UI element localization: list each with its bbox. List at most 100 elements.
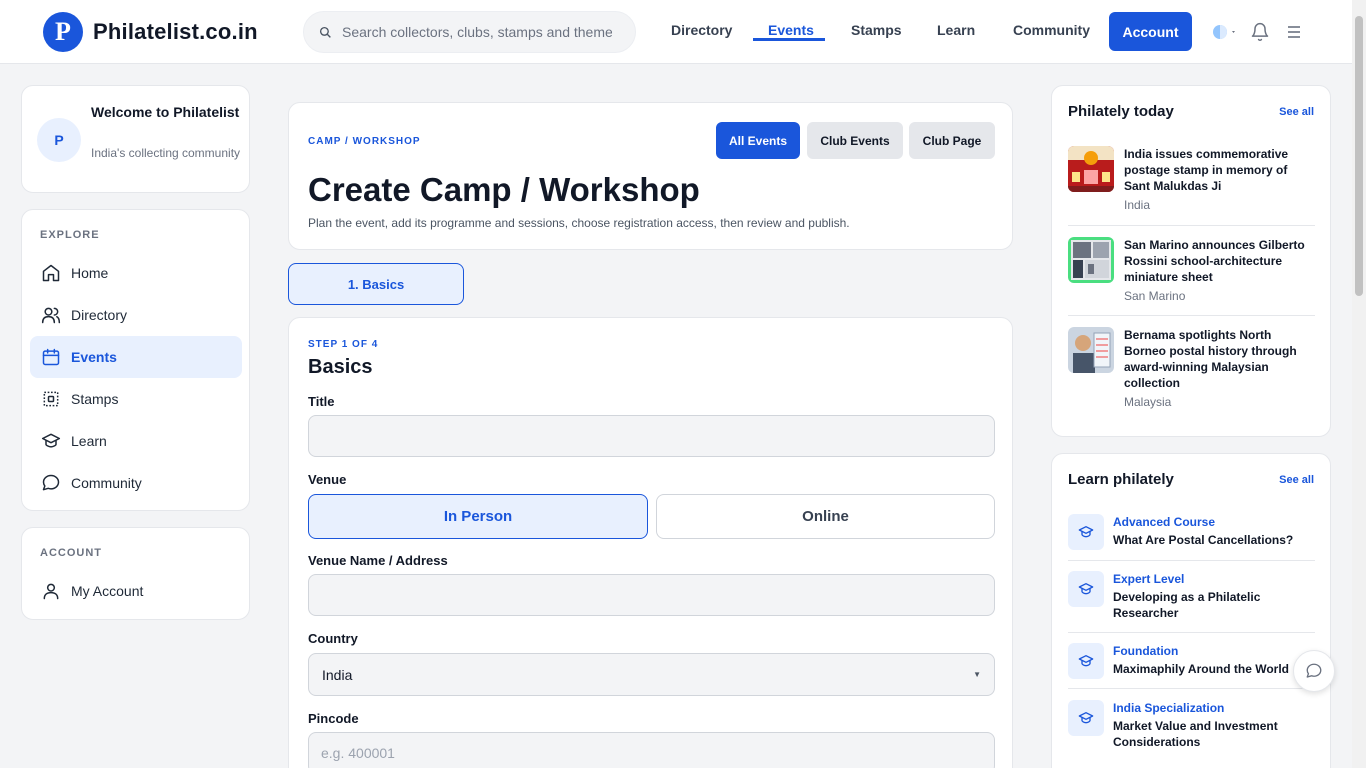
top-header: P Philatelist.co.in Directory Events Sta…	[0, 0, 1366, 64]
explore-label: EXPLORE	[40, 229, 100, 241]
learn-philately-card: Learn philately See all Advanced Course …	[1051, 453, 1331, 768]
learn-philately-see-all-link[interactable]: See all	[1279, 474, 1314, 486]
search-icon	[319, 26, 331, 38]
venue-label: Venue	[308, 472, 347, 487]
venue-name-label: Venue Name / Address	[308, 553, 448, 568]
country-selected-value: India	[322, 666, 353, 683]
news-country: Malaysia	[1124, 395, 1172, 409]
active-nav-indicator	[753, 38, 825, 41]
page-description: Plan the event, add its programme and se…	[308, 216, 850, 230]
welcome-title: Welcome to Philatelist	[91, 104, 240, 120]
chat-bubble-icon	[1306, 663, 1322, 678]
page-header-card: CAMP / WORKSHOP All Events Club Events C…	[288, 102, 1013, 250]
nav-stamps[interactable]: Stamps	[851, 22, 902, 38]
club-page-button[interactable]: Club Page	[909, 122, 995, 159]
divider	[1068, 315, 1315, 316]
sidebar-item-home[interactable]: Home	[30, 252, 242, 294]
sidebar-item-my-account[interactable]: My Account	[30, 570, 242, 612]
chevron-down-icon: ▼	[973, 670, 981, 679]
form-title: Basics	[308, 356, 373, 378]
title-label: Title	[308, 394, 335, 409]
learn-title: Maximaphily Around the World	[1113, 662, 1290, 676]
search-input[interactable]	[342, 24, 612, 40]
divider	[1068, 560, 1315, 561]
basics-form: STEP 1 OF 4 Basics Title Venue In Person…	[288, 317, 1013, 768]
logo-icon[interactable]: P	[43, 12, 83, 52]
hamburger-menu-icon[interactable]	[1286, 24, 1302, 40]
breadcrumb: CAMP / WORKSHOP	[308, 136, 421, 147]
news-title: San Marino announces Gilberto Rossini sc…	[1124, 238, 1305, 284]
club-events-button[interactable]: Club Events	[807, 122, 903, 159]
account-nav: ACCOUNT My Account	[21, 527, 250, 620]
divider	[1068, 632, 1315, 633]
graduation-cap-icon	[41, 433, 61, 448]
nav-learn[interactable]: Learn	[937, 22, 975, 38]
welcome-subtitle: India's collecting community	[91, 146, 241, 160]
home-icon	[42, 264, 60, 282]
learn-title: Market Value and Investment Consideratio…	[1113, 719, 1278, 749]
all-events-button[interactable]: All Events	[716, 122, 800, 159]
venue-name-input[interactable]	[308, 574, 995, 616]
philately-today-card: Philately today See all India issues com…	[1051, 85, 1331, 437]
learn-level: Advanced Course	[1113, 515, 1216, 529]
user-icon	[43, 583, 59, 600]
sidebar-item-community[interactable]: Community	[30, 462, 242, 504]
step-tab-basics[interactable]: 1. Basics	[288, 263, 464, 305]
country-label: Country	[308, 631, 358, 646]
learn-level: Foundation	[1113, 644, 1179, 658]
learn-level: Expert Level	[1113, 572, 1185, 586]
welcome-card: P Welcome to Philatelist India's collect…	[21, 85, 250, 193]
divider	[1068, 688, 1315, 689]
learn-title: Developing as a Philatelic Researcher	[1113, 590, 1261, 620]
pincode-label: Pincode	[308, 711, 359, 726]
search-bar[interactable]	[303, 11, 636, 53]
graduation-cap-icon	[1068, 571, 1104, 607]
bell-icon[interactable]	[1250, 22, 1270, 42]
graduation-cap-icon	[1068, 700, 1104, 736]
graduation-cap-icon	[1068, 514, 1104, 550]
venue-online-button[interactable]: Online	[656, 494, 995, 539]
page-title: Create Camp / Workshop	[308, 171, 700, 208]
sidebar-item-learn[interactable]: Learn	[30, 420, 242, 462]
country-select[interactable]: India ▼	[308, 653, 995, 696]
news-title: India issues commemorative postage stamp…	[1124, 147, 1289, 193]
site-name[interactable]: Philatelist.co.in	[93, 19, 258, 45]
sidebar-item-directory[interactable]: Directory	[30, 294, 242, 336]
divider	[1068, 225, 1315, 226]
step-indicator: STEP 1 OF 4	[308, 339, 379, 350]
title-input[interactable]	[308, 415, 995, 457]
philately-today-see-all-link[interactable]: See all	[1279, 106, 1314, 118]
page-scrollbar[interactable]	[1352, 0, 1366, 768]
users-icon	[41, 307, 61, 324]
sidebar-item-label: Community	[71, 475, 142, 491]
news-thumbnail	[1068, 237, 1114, 283]
sidebar-item-label: Stamps	[71, 391, 119, 407]
sidebar-item-label: Events	[71, 349, 117, 365]
nav-events[interactable]: Events	[768, 22, 814, 38]
account-button[interactable]: Account	[1109, 12, 1192, 51]
pincode-input[interactable]	[308, 732, 995, 768]
sidebar-item-label: Learn	[71, 433, 107, 449]
nav-community[interactable]: Community	[1013, 22, 1090, 38]
venue-in-person-button[interactable]: In Person	[308, 494, 648, 539]
news-thumbnail	[1068, 146, 1114, 192]
sidebar-item-label: My Account	[71, 583, 144, 599]
calendar-icon	[42, 348, 60, 366]
scrollbar-thumb[interactable]	[1355, 16, 1363, 296]
account-label: ACCOUNT	[40, 547, 102, 559]
sidebar-item-label: Directory	[71, 307, 128, 323]
avatar: P	[37, 118, 81, 162]
learn-title: What Are Postal Cancellations?	[1113, 533, 1294, 547]
sidebar-item-stamps[interactable]: Stamps	[30, 378, 242, 420]
chat-button[interactable]	[1293, 650, 1335, 692]
explore-nav: EXPLORE Home Directory Events Stamps Lea…	[21, 209, 250, 511]
nav-directory[interactable]: Directory	[671, 22, 732, 38]
sidebar-item-events[interactable]: Events	[30, 336, 242, 378]
philately-today-title: Philately today	[1068, 103, 1174, 120]
news-country: India	[1124, 198, 1151, 212]
sidebar-item-label: Home	[71, 265, 109, 281]
chat-bubble-icon	[42, 474, 60, 491]
stamp-icon	[43, 391, 59, 407]
learn-philately-title: Learn philately	[1068, 471, 1174, 488]
theme-toggle-icon[interactable]	[1212, 24, 1238, 40]
